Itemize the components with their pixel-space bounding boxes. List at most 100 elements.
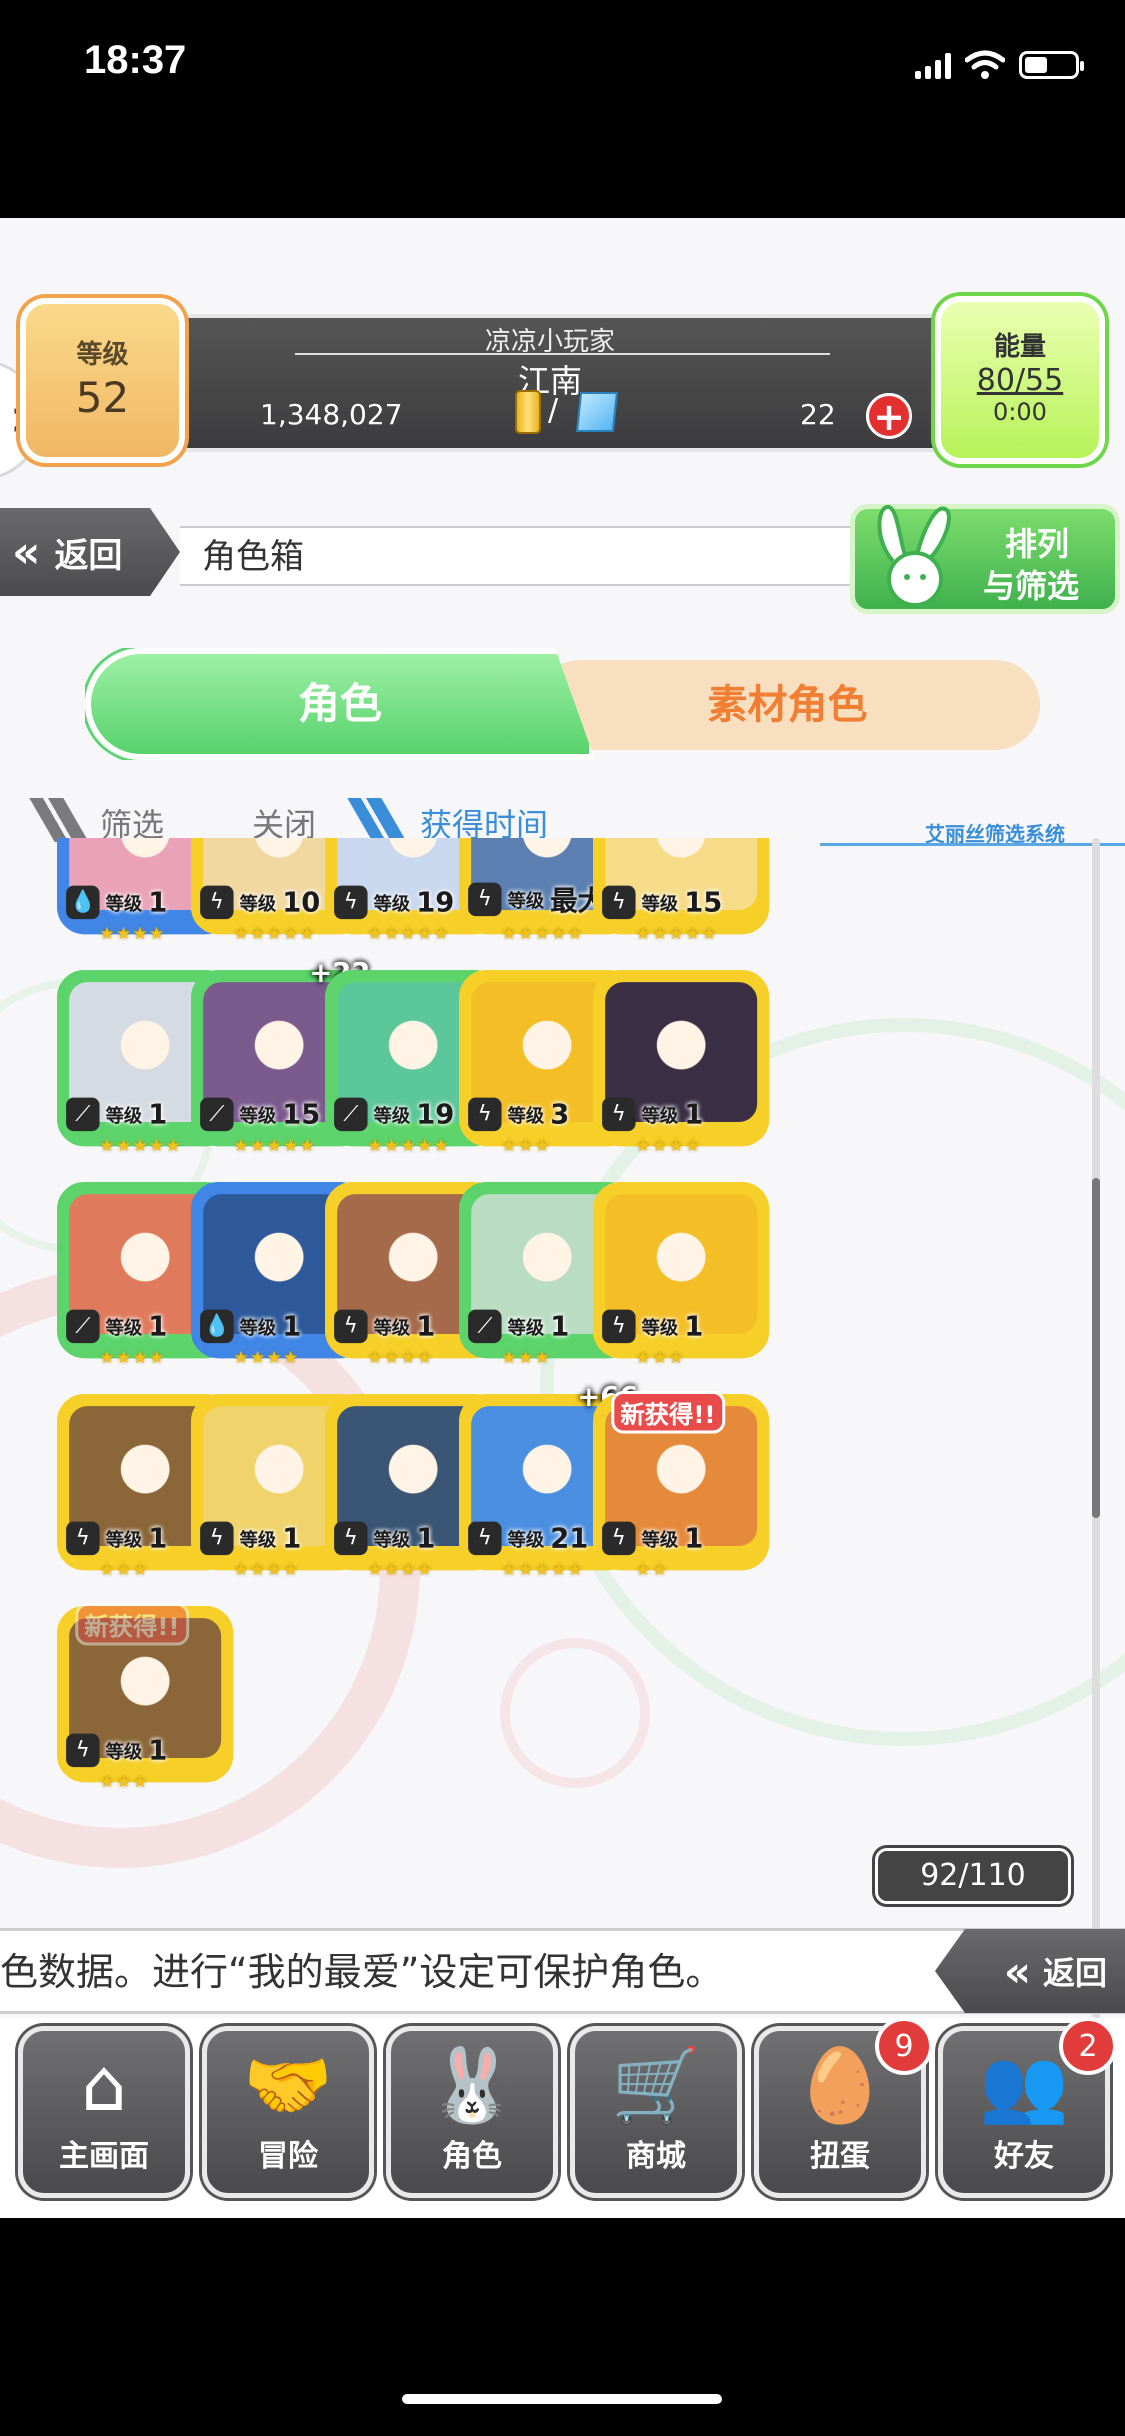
nav-label: 扭蛋: [810, 2139, 870, 2174]
nav-home[interactable]: ⌂ 主画面: [18, 2026, 190, 2198]
tab-characters[interactable]: 角色: [85, 648, 595, 760]
level-prefix: 等级: [641, 892, 679, 914]
sort-filter-button[interactable]: 排列 与筛选: [850, 504, 1120, 614]
notification-badge: 2: [1059, 2017, 1117, 2075]
character-level: 1: [148, 1522, 168, 1555]
level-prefix: 等级: [105, 892, 143, 914]
tab-material-characters[interactable]: 素材角色: [535, 660, 1040, 750]
wifi-icon: [965, 50, 1005, 79]
nav-bunny[interactable]: 🐰 角色: [386, 2026, 558, 2198]
nav-friends[interactable]: 👥 好友 2: [938, 2017, 1117, 2198]
character-card[interactable]: ϟ 等级 1 ★★ 新获得!!: [593, 1390, 770, 1579]
level-prefix: 等级: [641, 1528, 679, 1550]
rarity-stars: ★★: [635, 1559, 669, 1580]
energy-timer: 0:00: [993, 398, 1047, 426]
rarity-stars: ★★★★: [367, 1559, 434, 1580]
rarity-stars: ★★★★: [99, 923, 166, 944]
scrollbar-thumb[interactable]: [1092, 1178, 1100, 1518]
rarity-stars: ★★★: [501, 1347, 552, 1368]
energy-label: 能量: [993, 332, 1046, 362]
level-label: 等级: [76, 340, 129, 370]
character-level: 21: [550, 1522, 589, 1555]
rarity-stars: ★★★★: [635, 1135, 702, 1156]
thunder-element-icon: ϟ: [334, 1309, 368, 1344]
stripe-decoration: [29, 798, 89, 842]
nav-egg[interactable]: 🥚 扭蛋 9: [754, 2017, 933, 2198]
thunder-element-icon: ϟ: [602, 1521, 636, 1556]
level-prefix: 等级: [641, 1104, 679, 1126]
cart-icon: 🛒: [611, 2043, 701, 2127]
info-text: 色数据。进行“我的最爱”设定可保护角色。: [0, 1950, 724, 1994]
level-prefix: 等级: [105, 1104, 143, 1126]
character-card[interactable]: ϟ 等级 15 ★★★★★: [593, 838, 770, 943]
back-button[interactable]: « 返回: [0, 508, 180, 596]
thunder-element-icon: ϟ: [334, 885, 368, 920]
character-level: 1: [148, 1310, 168, 1343]
nav-handshake[interactable]: 🤝 冒险: [202, 2026, 374, 2198]
thunder-element-icon: ϟ: [66, 1521, 100, 1556]
level-prefix: 等级: [373, 1528, 411, 1550]
rarity-stars: ★★★★★: [367, 923, 451, 944]
rarity-stars: ★★★: [99, 1771, 150, 1792]
character-level: 1: [684, 1522, 704, 1555]
character-card[interactable]: ϟ 等级 1 ★★★★: [593, 970, 770, 1155]
thunder-element-icon: ϟ: [602, 1309, 636, 1344]
thunder-element-icon: ϟ: [602, 1097, 636, 1132]
game-screen: 凉凉小玩家 江南 1,348,027 / 22 + › 等级 52 能量 80/…: [0, 218, 1125, 2218]
character-level: 3: [550, 1098, 570, 1131]
wind-element-icon: ⟋: [66, 1309, 100, 1344]
character-level: 1: [148, 886, 168, 919]
rarity-stars: ★★★★★: [367, 1135, 451, 1156]
thunder-element-icon: ϟ: [334, 1521, 368, 1556]
notification-badge: 9: [875, 2017, 933, 2075]
character-card[interactable]: ϟ 等级 1 ★★★ 新获得!!: [57, 1602, 234, 1791]
nav-label: 角色: [442, 2139, 502, 2174]
bottom-nav: ⌂ 主画面 🤝 冒险 🐰 角色 🛒 商城 🥚 扭蛋 9 👥 好友 2: [0, 2017, 1125, 2218]
signal-icon: [915, 51, 951, 79]
rarity-stars: ★★★★★: [99, 1135, 183, 1156]
bunny-icon: 🐰: [427, 2043, 517, 2127]
back-button-bottom[interactable]: « 返回: [935, 1929, 1125, 2013]
title-row: 角色箱 « 返回 排列 与筛选: [0, 504, 1125, 614]
rarity-stars: ★★★★★: [233, 923, 317, 944]
nav-label: 商城: [626, 2139, 686, 2174]
buy-gems-button[interactable]: +: [866, 393, 912, 439]
thunder-element-icon: ϟ: [468, 1521, 502, 1556]
double-chevron-left-icon: «: [1003, 1946, 1031, 1996]
energy-badge[interactable]: 能量 80/55 0:00: [935, 296, 1105, 464]
status-icons: [915, 50, 1084, 80]
level-prefix: 等级: [507, 889, 545, 911]
gem-icon: [575, 392, 619, 432]
rarity-stars: ★★★: [99, 1559, 150, 1580]
gem-amount: 22: [800, 398, 836, 431]
character-card[interactable]: ϟ 等级 1 ★★★: [593, 1182, 770, 1367]
level-prefix: 等级: [239, 892, 277, 914]
level-prefix: 等级: [373, 892, 411, 914]
handshake-icon: 🤝: [243, 2043, 333, 2127]
thunder-element-icon: ϟ: [602, 885, 636, 920]
thunder-element-icon: ϟ: [66, 1733, 100, 1768]
character-level: 19: [416, 886, 455, 919]
rarity-stars: ★★★★★: [501, 1559, 585, 1580]
rarity-stars: ★★★★★: [501, 923, 585, 944]
category-tabs: 素材角色 角色: [85, 648, 1045, 760]
rarity-stars: ★★★: [635, 1347, 686, 1368]
home-icon: ⌂: [81, 2043, 127, 2127]
level-prefix: 等级: [507, 1104, 545, 1126]
character-grid: 💧 等级 1 ★★★★ ϟ 等级 10 ★★★★★ ϟ 等级 19 ★★★★★ ϟ 等级 最大 ★★★★★ ϟ 等…: [55, 838, 1105, 1988]
new-badge: 新获得!!: [75, 1602, 189, 1646]
nav-label: 冒险: [258, 2139, 318, 2174]
thunder-element-icon: ϟ: [200, 1521, 234, 1556]
character-level: 1: [148, 1098, 168, 1131]
level-prefix: 等级: [641, 1316, 679, 1338]
wind-element-icon: ⟋: [66, 1097, 100, 1132]
page-title: 角色箱: [180, 526, 880, 586]
wind-element-icon: ⟋: [200, 1097, 234, 1132]
info-strip: 色数据。进行“我的最爱”设定可保护角色。 « 返回: [0, 1928, 1125, 2014]
filter-label: 与筛选: [983, 567, 1080, 605]
home-indicator[interactable]: [402, 2394, 722, 2404]
rarity-stars: ★★★★★: [635, 923, 719, 944]
level-prefix: 等级: [373, 1316, 411, 1338]
nav-cart[interactable]: 🛒 商城: [570, 2026, 742, 2198]
water-element-icon: 💧: [200, 1309, 234, 1344]
